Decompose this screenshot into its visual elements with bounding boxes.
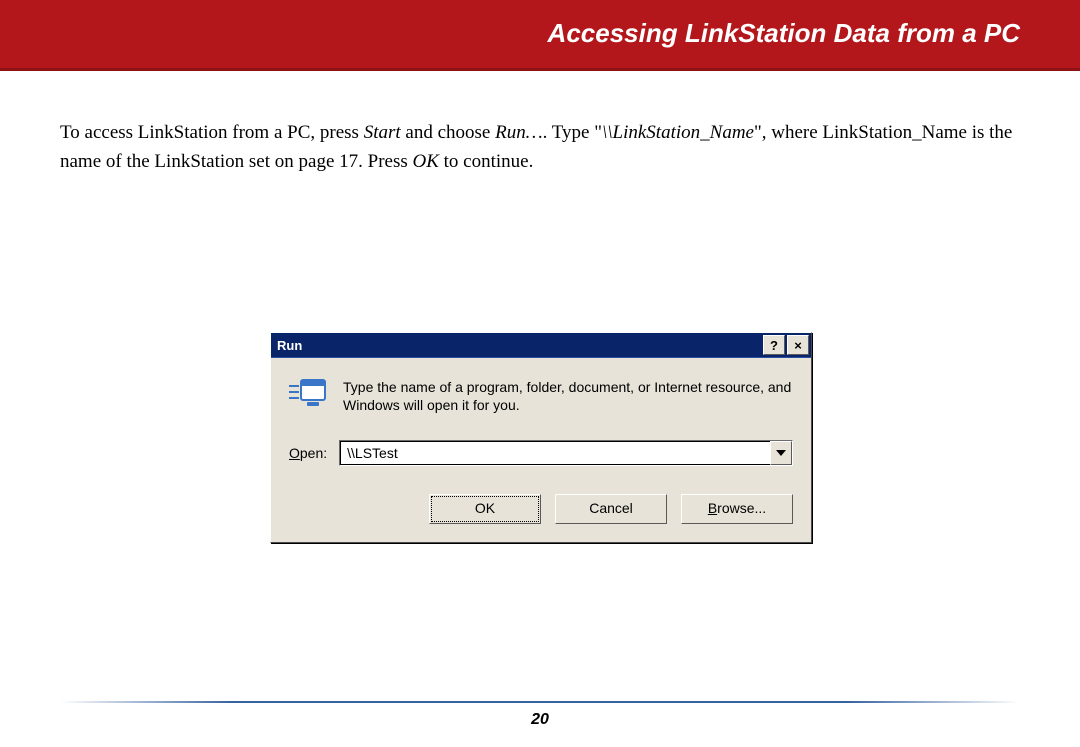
cancel-button[interactable]: Cancel — [555, 494, 667, 524]
body-text-segment: To access LinkStation from a PC, press — [60, 122, 364, 143]
dialog-button-row: OK Cancel Browse... — [289, 494, 793, 524]
body-text-segment: to continue. — [439, 151, 533, 172]
open-combobox[interactable] — [339, 440, 793, 466]
browse-rest: rowse... — [717, 500, 766, 516]
open-label: Open: — [289, 445, 327, 461]
page-number: 20 — [0, 711, 1080, 729]
dialog-titlebar[interactable]: Run ? × — [271, 333, 811, 358]
footer-divider — [60, 701, 1020, 703]
page-footer: 20 — [0, 701, 1080, 729]
help-icon: ? — [770, 339, 778, 352]
close-button[interactable]: × — [787, 335, 809, 355]
dialog-top-row: Type the name of a program, folder, docu… — [289, 376, 793, 414]
open-label-rest: pen: — [300, 445, 327, 461]
browse-button[interactable]: Browse... — [681, 494, 793, 524]
body-text-segment: . Type " — [543, 122, 602, 143]
page-header: Accessing LinkStation Data from a PC — [0, 0, 1080, 71]
open-dropdown-button[interactable] — [770, 441, 792, 465]
ok-button[interactable]: OK — [429, 494, 541, 524]
body-text-segment: and choose — [401, 122, 495, 143]
cancel-button-label: Cancel — [589, 500, 633, 516]
titlebar-buttons: ? × — [761, 335, 809, 355]
open-row: Open: — [289, 440, 793, 466]
body-italic-ok: OK — [413, 151, 439, 172]
run-icon — [289, 376, 329, 410]
dialog-body: Type the name of a program, folder, docu… — [271, 358, 811, 542]
browse-underline: B — [708, 500, 717, 516]
dialog-instruction: Type the name of a program, folder, docu… — [343, 376, 793, 414]
body-italic-path: \\LinkStation_Name — [602, 122, 754, 143]
help-button[interactable]: ? — [763, 335, 785, 355]
close-icon: × — [794, 339, 802, 352]
open-label-underline: O — [289, 445, 300, 461]
chevron-down-icon — [776, 450, 786, 456]
body-italic-start: Start — [364, 122, 401, 143]
run-dialog: Run ? × Type the name of a program, fol — [270, 332, 812, 543]
open-input[interactable] — [340, 441, 770, 465]
body-paragraph: To access LinkStation from a PC, press S… — [0, 71, 1080, 176]
page-title: Accessing LinkStation Data from a PC — [548, 18, 1020, 49]
dialog-title: Run — [277, 338, 302, 353]
ok-button-label: OK — [475, 500, 495, 516]
body-italic-run: Run… — [495, 122, 543, 143]
